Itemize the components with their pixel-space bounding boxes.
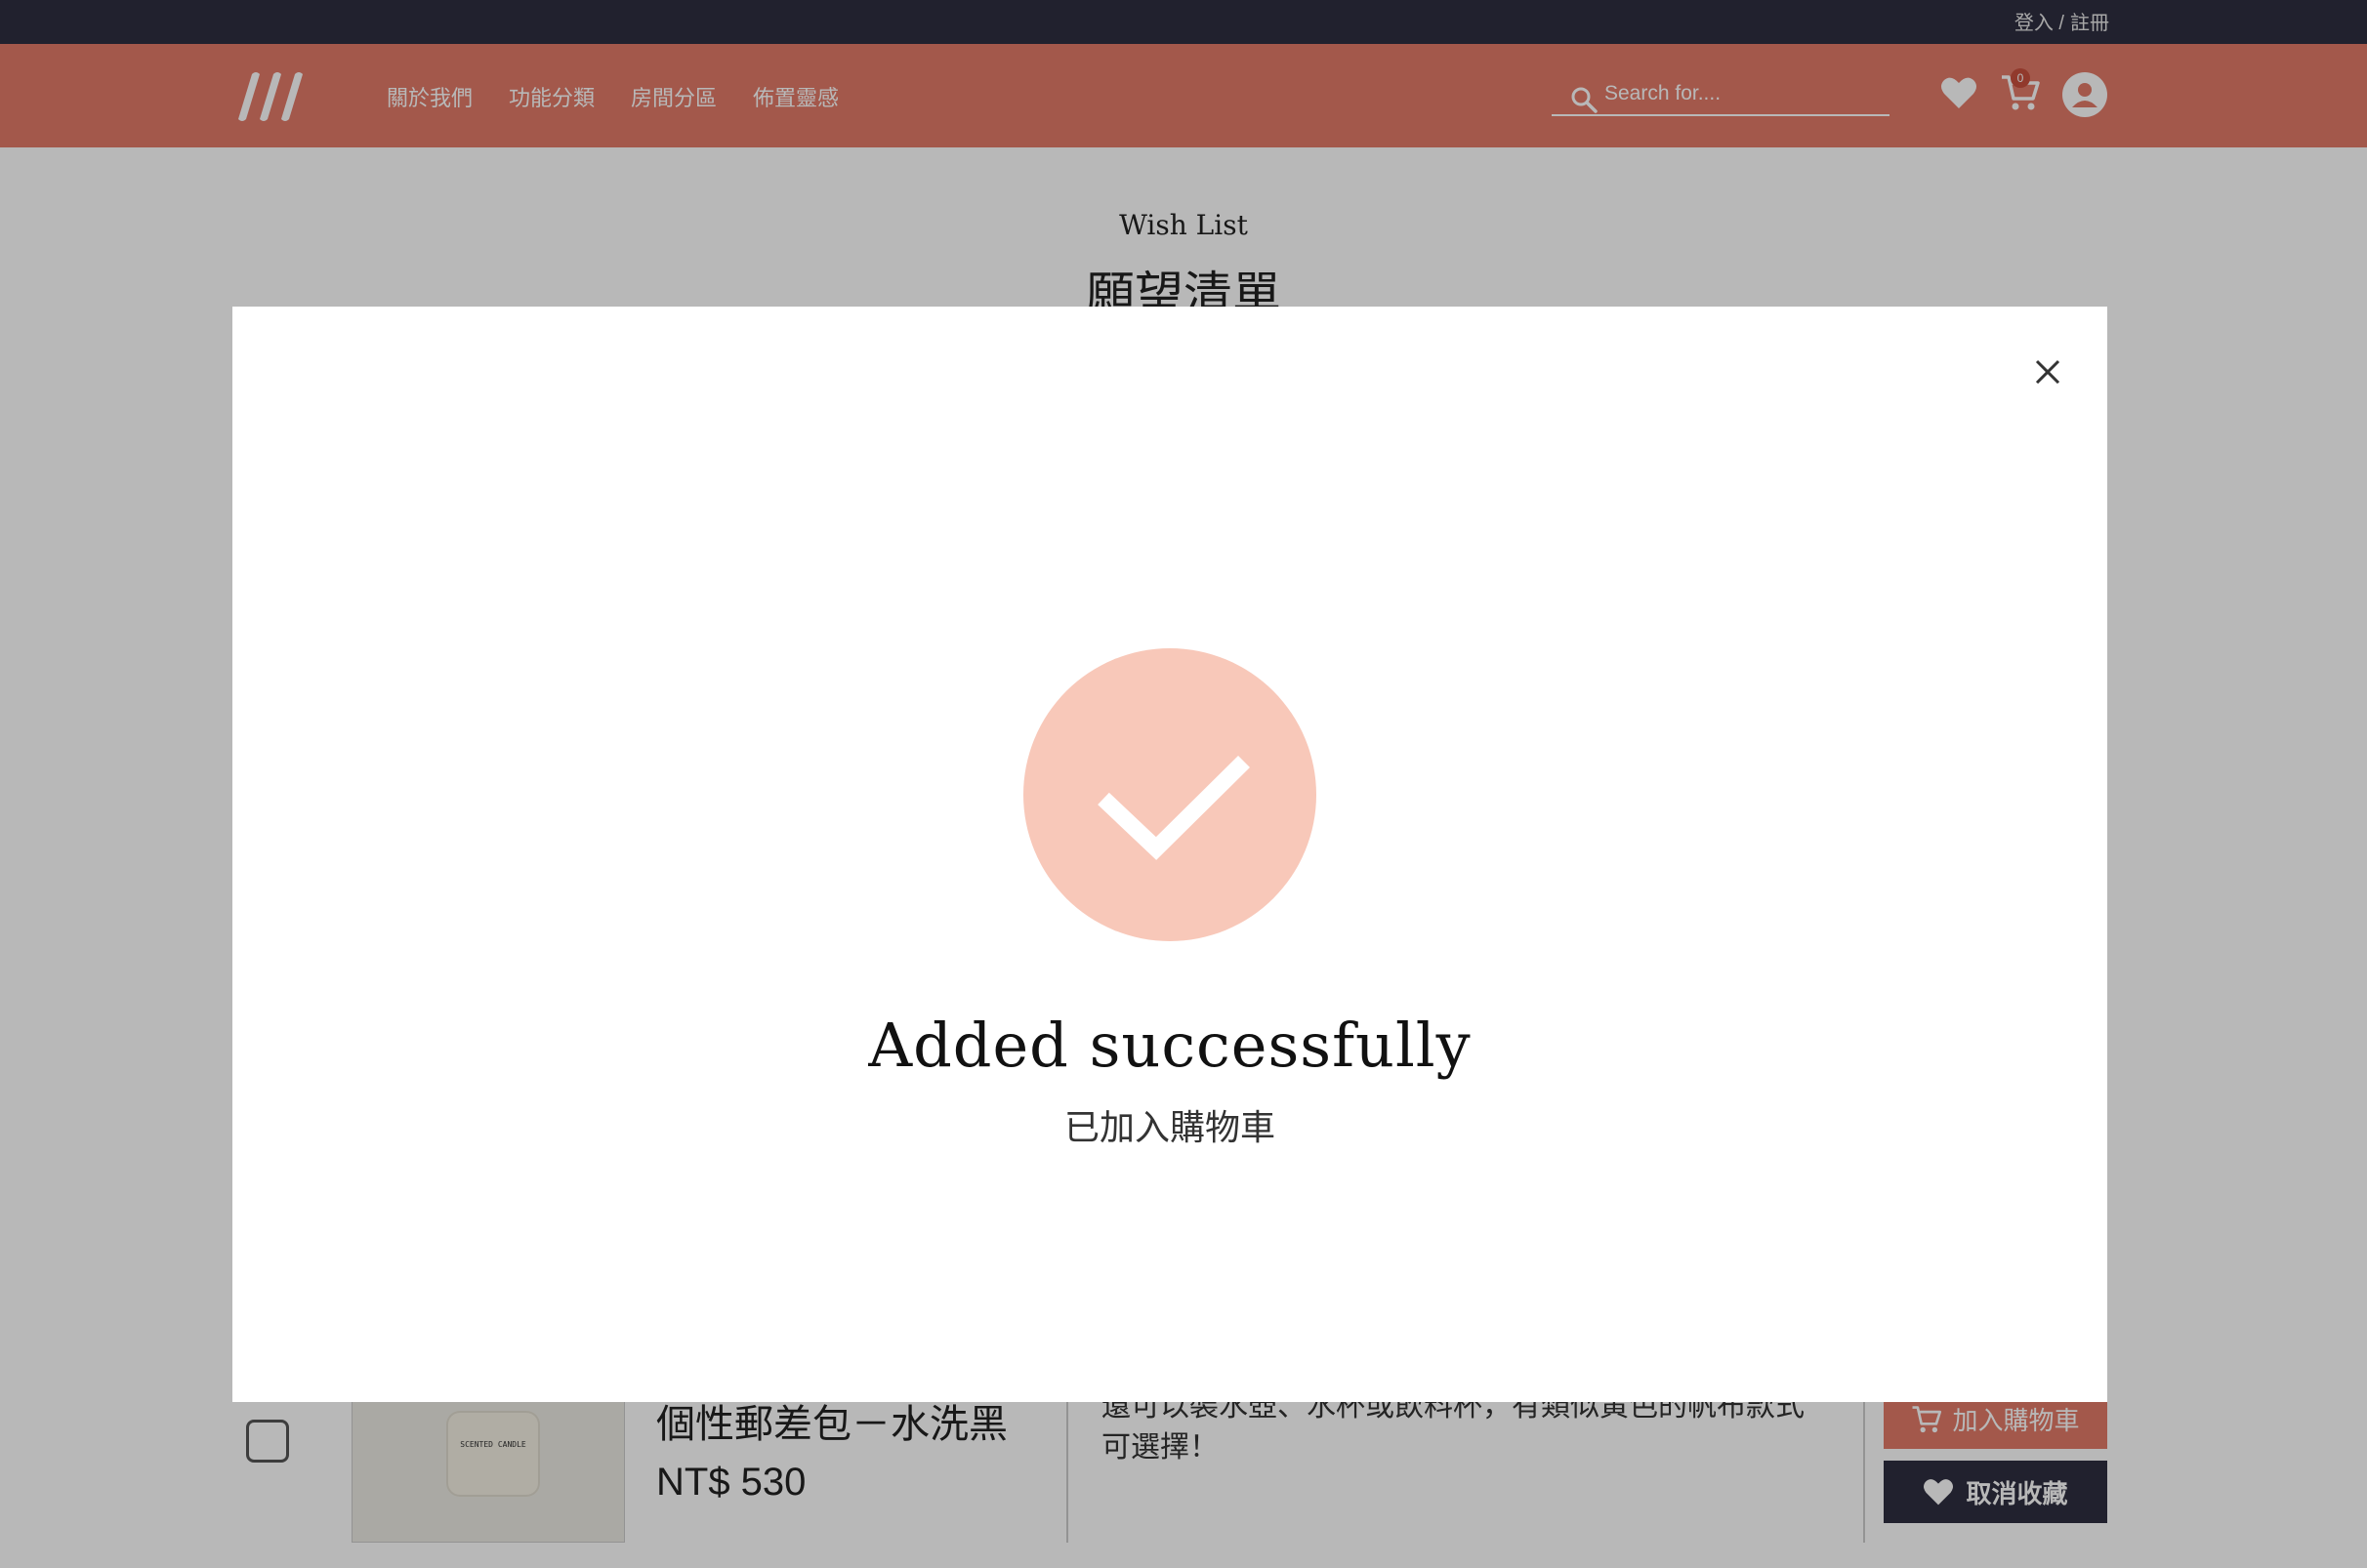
success-badge (1023, 648, 1316, 941)
success-subtitle: 已加入購物車 (1063, 1107, 1275, 1147)
success-modal: Added successfully 已加入購物車 (232, 307, 2107, 1402)
success-title: Added successfully (868, 1010, 1472, 1081)
check-icon (1098, 755, 1250, 860)
close-icon[interactable] (2028, 352, 2067, 392)
